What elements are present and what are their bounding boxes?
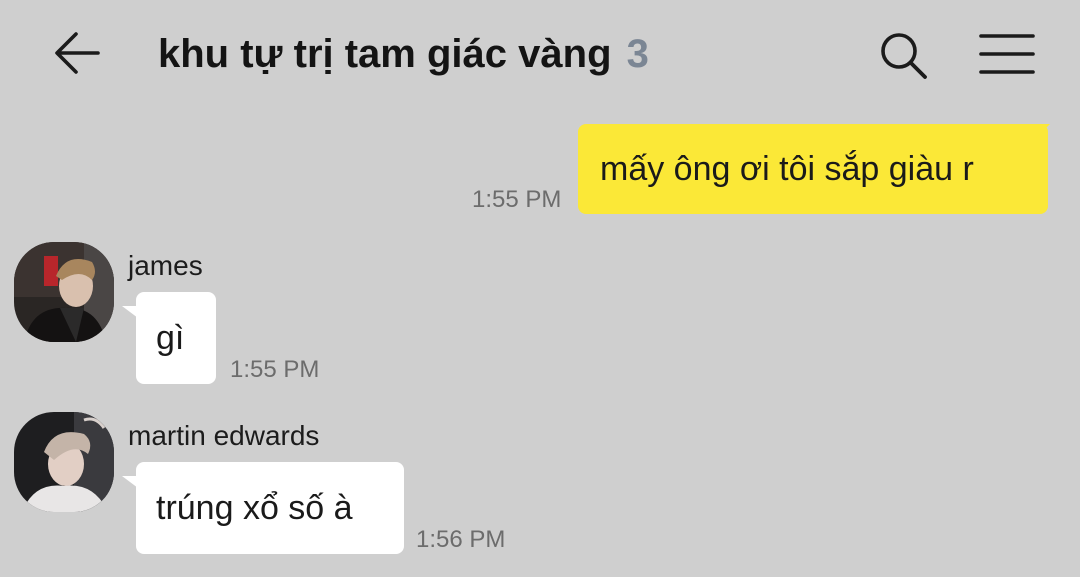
outgoing-message-bubble[interactable]: mấy ông ơi tôi sắp giàu r: [578, 124, 1048, 214]
outgoing-bubble-tail: [1036, 124, 1050, 138]
incoming-message-bubble[interactable]: gì: [136, 292, 216, 384]
avatar-martin-edwards[interactable]: [14, 412, 114, 512]
incoming-message-bubble[interactable]: trúng xổ số à: [136, 462, 404, 554]
message-time: 1:56 PM: [416, 526, 506, 553]
chat-header: khu tự trị tam giác vàng 3: [0, 0, 1080, 108]
message-time: 1:55 PM: [472, 186, 562, 213]
message-text: trúng xổ số à: [156, 488, 353, 527]
sender-name: martin edwards: [128, 420, 320, 451]
avatar-james[interactable]: [14, 242, 114, 342]
message-text: mấy ông ơi tôi sắp giàu r: [600, 149, 974, 188]
chat-title: khu tự trị tam giác vàng 3: [158, 28, 649, 80]
avatar-image: [14, 242, 114, 342]
arrow-left-icon: [55, 32, 100, 74]
member-count: 3: [626, 32, 649, 76]
message-text: gì: [156, 318, 185, 357]
hamburger-menu-icon: [979, 34, 1035, 74]
message-time: 1:55 PM: [230, 356, 320, 383]
chat-title-text: khu tự trị tam giác vàng: [158, 32, 612, 76]
back-button[interactable]: [52, 28, 102, 78]
search-button[interactable]: [876, 28, 930, 82]
menu-button[interactable]: [978, 28, 1036, 80]
sender-name: james: [128, 250, 203, 281]
avatar-image: [14, 412, 114, 512]
search-icon: [881, 33, 927, 79]
